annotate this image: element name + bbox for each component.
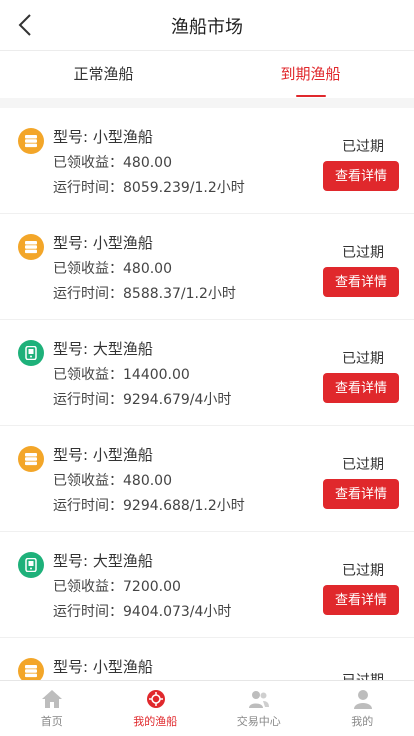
list-item: 型号: 小型渔船 已过期 bbox=[0, 638, 414, 680]
boat-income: 已领收益：7200.00 bbox=[53, 579, 181, 595]
boat-runtime: 运行时间：9294.688/1.2小时 bbox=[53, 498, 245, 514]
users-icon bbox=[248, 689, 270, 709]
boat-income: 已领收益：480.00 bbox=[53, 261, 172, 277]
nav-home-label: 首页 bbox=[40, 715, 63, 728]
home-icon bbox=[41, 689, 63, 709]
boat-runtime: 运行时间：8588.37/1.2小时 bbox=[53, 286, 236, 302]
tab-normal-boats[interactable]: 正常渔船 bbox=[0, 51, 207, 99]
server-icon bbox=[18, 234, 44, 260]
nav-my-boats-label: 我的渔船 bbox=[133, 715, 178, 728]
status-badge: 已过期 bbox=[342, 245, 384, 261]
view-details-button[interactable]: 查看详情 bbox=[323, 479, 399, 509]
list-item: 型号: 小型渔船 已领收益：480.00 运行时间：8059.239/1.2小时… bbox=[0, 108, 414, 214]
boat-type: 型号: 小型渔船 bbox=[53, 234, 153, 252]
boat-runtime: 运行时间：8059.239/1.2小时 bbox=[53, 180, 245, 196]
boat-income: 已领收益：480.00 bbox=[53, 473, 172, 489]
status-badge: 已过期 bbox=[342, 351, 384, 367]
page-title: 渔船市场 bbox=[171, 17, 243, 38]
bottom-nav: 首页 我的渔船 交易中心 我的 bbox=[0, 680, 414, 736]
nav-profile[interactable]: 我的 bbox=[311, 681, 414, 736]
tab-bar: 正常渔船 到期渔船 bbox=[0, 50, 414, 98]
device-icon bbox=[18, 552, 44, 578]
status-badge: 已过期 bbox=[342, 139, 384, 155]
nav-profile-label: 我的 bbox=[351, 715, 374, 728]
view-details-button[interactable]: 查看详情 bbox=[323, 267, 399, 297]
boat-runtime: 运行时间：9294.679/4小时 bbox=[53, 392, 232, 408]
nav-trade-center-label: 交易中心 bbox=[236, 715, 281, 728]
device-icon bbox=[18, 340, 44, 366]
header: 渔船市场 bbox=[0, 0, 414, 50]
boat-type: 型号: 小型渔船 bbox=[53, 128, 153, 146]
boat-type: 型号: 小型渔船 bbox=[53, 446, 153, 464]
boat-runtime: 运行时间：9404.073/4小时 bbox=[53, 604, 232, 620]
status-badge: 已过期 bbox=[342, 563, 384, 579]
status-badge: 已过期 bbox=[342, 670, 384, 680]
server-icon bbox=[18, 446, 44, 472]
status-badge: 已过期 bbox=[342, 457, 384, 473]
nav-my-boats[interactable]: 我的渔船 bbox=[104, 681, 208, 736]
boat-income: 已领收益：14400.00 bbox=[53, 367, 190, 383]
boat-icon bbox=[145, 689, 167, 709]
view-details-button[interactable]: 查看详情 bbox=[323, 161, 399, 191]
view-details-button[interactable]: 查看详情 bbox=[323, 585, 399, 615]
active-tab-indicator bbox=[296, 95, 326, 97]
nav-trade-center[interactable]: 交易中心 bbox=[207, 681, 311, 736]
server-icon bbox=[18, 658, 44, 680]
boat-income: 已领收益：480.00 bbox=[53, 155, 172, 171]
list-item: 型号: 大型渔船 已领收益：7200.00 运行时间：9404.073/4小时 … bbox=[0, 532, 414, 638]
server-icon bbox=[18, 128, 44, 154]
view-details-button[interactable]: 查看详情 bbox=[323, 373, 399, 403]
list-item: 型号: 大型渔船 已领收益：14400.00 运行时间：9294.679/4小时… bbox=[0, 320, 414, 426]
nav-home[interactable]: 首页 bbox=[0, 681, 104, 736]
tab-expired-boats[interactable]: 到期渔船 bbox=[207, 51, 414, 99]
list-item: 型号: 小型渔船 已领收益：480.00 运行时间：9294.688/1.2小时… bbox=[0, 426, 414, 532]
user-icon bbox=[352, 689, 374, 709]
boat-type: 型号: 大型渔船 bbox=[53, 552, 153, 570]
list-item: 型号: 小型渔船 已领收益：480.00 运行时间：8588.37/1.2小时 … bbox=[0, 214, 414, 320]
boat-type: 型号: 小型渔船 bbox=[53, 658, 153, 676]
boat-type: 型号: 大型渔船 bbox=[53, 340, 153, 358]
boat-list[interactable]: 型号: 小型渔船 已领收益：480.00 运行时间：8059.239/1.2小时… bbox=[0, 108, 414, 680]
